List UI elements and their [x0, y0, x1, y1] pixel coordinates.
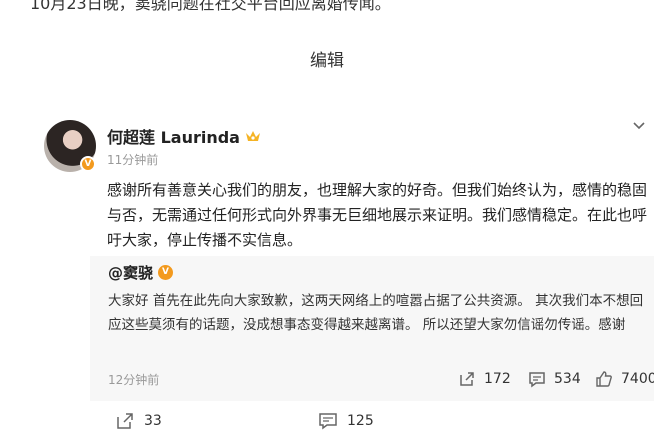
username-text[interactable]: 何超莲 Laurinda: [107, 124, 240, 148]
quote-repost-count: 172: [484, 371, 511, 387]
verified-badge-icon: V: [158, 265, 174, 280]
chevron-down-icon[interactable]: [632, 118, 646, 132]
quoted-post-card[interactable]: @窦骁 V 大家好 首先在此先向大家致歉，这两天网络上的喧嚣占据了公共资源。 其…: [90, 256, 654, 401]
quote-like-button[interactable]: 7400: [595, 370, 654, 388]
thumbs-up-icon: [596, 371, 612, 387]
post-author[interactable]: 何超莲 Laurinda: [107, 124, 261, 148]
repost-button[interactable]: 33: [115, 411, 162, 431]
post-time[interactable]: 11分钟前: [107, 151, 158, 168]
crown-icon: [245, 131, 260, 141]
quote-repost-button[interactable]: 172: [458, 370, 511, 388]
quote-author-name[interactable]: @窦骁: [108, 262, 153, 283]
quote-author[interactable]: @窦骁 V: [108, 262, 174, 283]
quote-comment-count: 534: [554, 371, 581, 387]
quote-time[interactable]: 12分钟前: [108, 371, 159, 388]
repost-icon: [117, 413, 133, 429]
quote-like-count: 7400: [621, 371, 654, 387]
quote-comment-button[interactable]: 534: [528, 370, 581, 388]
post-body: 感谢所有善意关心我们的朋友，也理解大家的好奇。但我们始终认为，感情的稳固与否，无…: [107, 181, 648, 249]
comment-icon: [529, 372, 545, 388]
editor-label: 编辑: [310, 51, 344, 71]
comment-count: 125: [347, 413, 374, 429]
comment-icon: [319, 413, 337, 430]
avatar[interactable]: V: [44, 120, 96, 172]
top-article-text: 10月23日晚，窦骁同题在社交平台回应离婚传闻。: [30, 0, 391, 13]
repost-count: 33: [144, 413, 162, 429]
verified-badge-icon: V: [80, 156, 96, 172]
quote-text: 大家好 首先在此先向大家致歉，这两天网络上的喧嚣占据了公共资源。 其次我们本不想…: [108, 293, 644, 333]
repost-icon: [460, 372, 474, 386]
comment-button[interactable]: 125: [318, 411, 374, 431]
